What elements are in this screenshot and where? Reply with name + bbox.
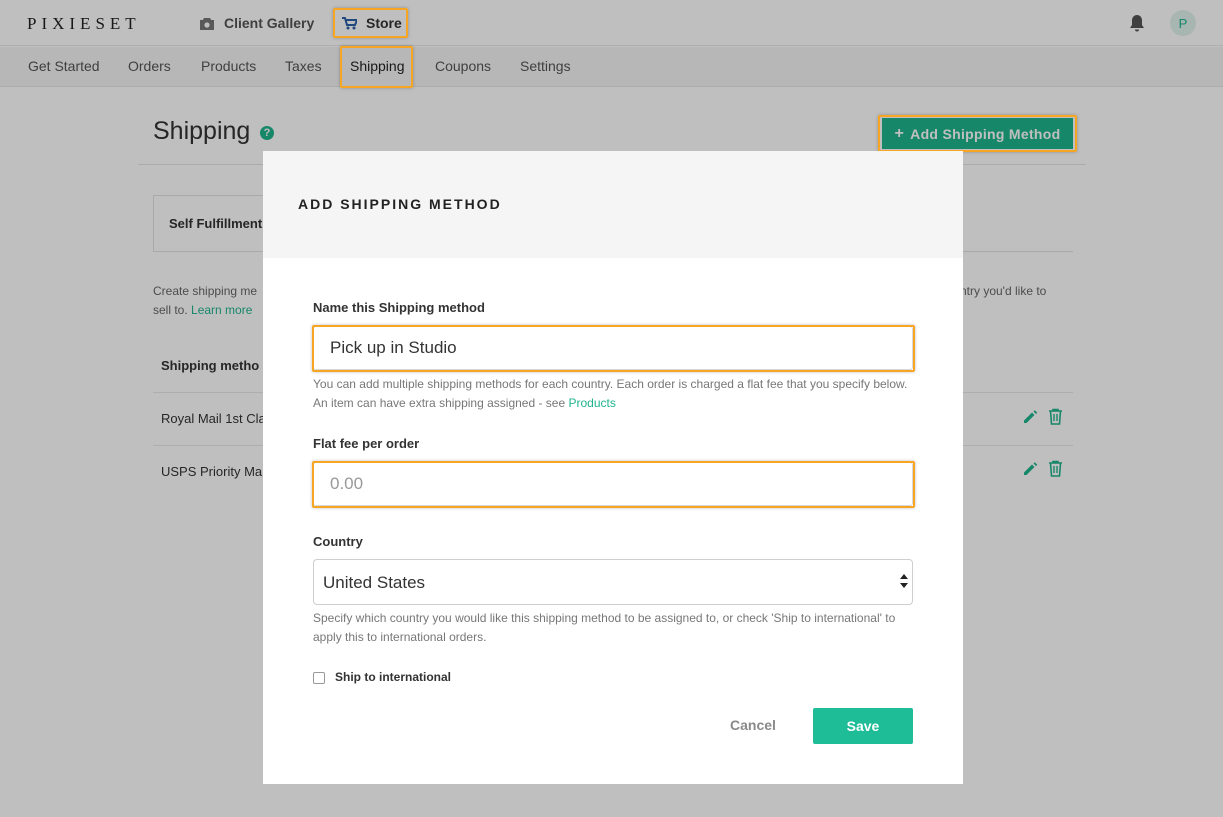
shipping-method-name-input[interactable]: [313, 326, 913, 370]
country-field-label: Country: [313, 534, 363, 549]
ship-international-label[interactable]: Ship to international: [335, 670, 451, 684]
save-button[interactable]: Save: [813, 708, 913, 744]
name-help-text: You can add multiple shipping methods fo…: [313, 375, 913, 413]
country-select[interactable]: United States: [313, 559, 913, 605]
name-field-label: Name this Shipping method: [313, 300, 485, 315]
products-link[interactable]: Products: [569, 396, 616, 410]
modal-header: ADD SHIPPING METHOD: [263, 151, 963, 258]
country-select-value: United States: [323, 573, 426, 592]
flat-fee-input[interactable]: [313, 462, 913, 506]
add-shipping-method-modal: ADD SHIPPING METHOD Name this Shipping m…: [263, 151, 963, 784]
select-arrows-icon: [899, 572, 909, 595]
cancel-button[interactable]: Cancel: [730, 717, 776, 733]
ship-international-checkbox[interactable]: [313, 672, 325, 684]
fee-field-label: Flat fee per order: [313, 436, 420, 451]
modal-title: ADD SHIPPING METHOD: [298, 196, 502, 212]
country-help-text: Specify which country you would like thi…: [313, 611, 896, 644]
